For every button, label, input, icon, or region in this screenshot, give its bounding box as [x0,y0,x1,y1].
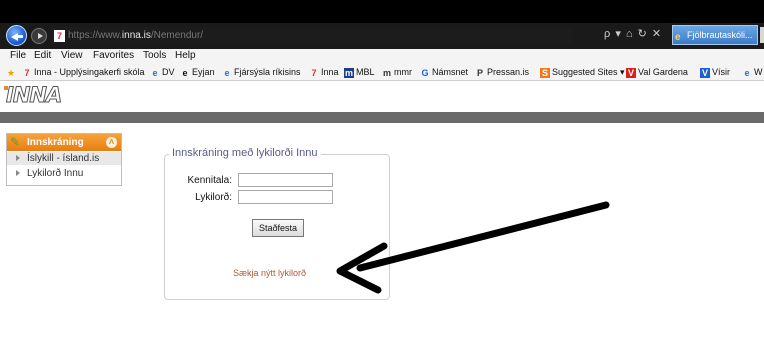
annotation-arrow-icon [336,201,610,294]
